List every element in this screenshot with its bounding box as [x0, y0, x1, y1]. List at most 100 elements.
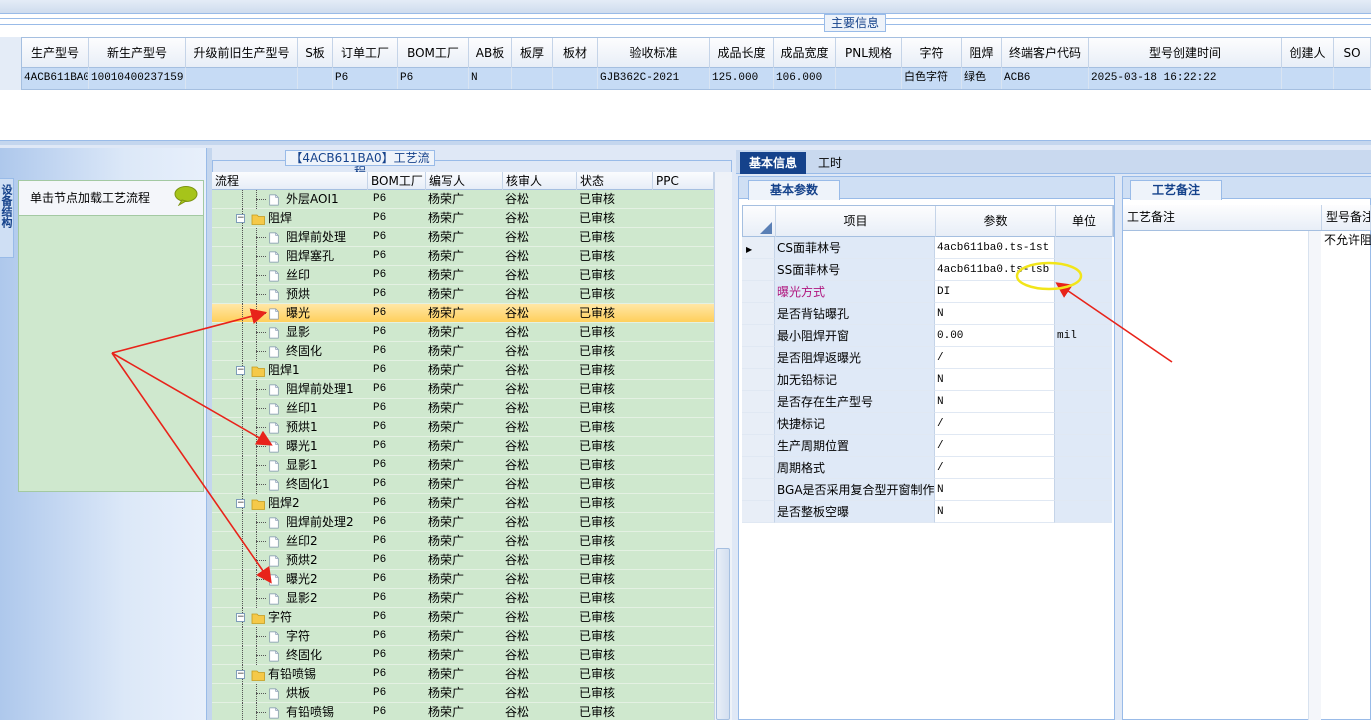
tree-row[interactable]: 阻焊前处理1 P6 杨荣广 谷松 已审核: [212, 380, 714, 399]
node-load-box[interactable]: [18, 180, 204, 492]
main-info-tab[interactable]: 主要信息: [824, 14, 886, 32]
grid-cell[interactable]: 4ACB611BA0: [22, 68, 89, 89]
column-header[interactable]: AB板: [469, 38, 512, 68]
param-value[interactable]: /: [935, 457, 1055, 479]
column-header[interactable]: 成品长度: [710, 38, 774, 68]
model-note-cell[interactable]: 不允许阻: [1322, 231, 1371, 249]
grid-cell[interactable]: [1334, 68, 1371, 89]
param-value[interactable]: /: [935, 413, 1055, 435]
param-value[interactable]: 4acb611ba0.ts-lsb: [935, 259, 1055, 281]
tree-row[interactable]: − 字符 P6 杨荣广 谷松 已审核: [212, 608, 714, 627]
params-row[interactable]: BGA是否采用复合型开窗制作 N: [742, 479, 1114, 501]
tree-row[interactable]: 曝光2 P6 杨荣广 谷松 已审核: [212, 570, 714, 589]
column-header[interactable]: 成品宽度: [774, 38, 836, 68]
params-row[interactable]: 是否阻焊返曝光 /: [742, 347, 1114, 369]
tree-row[interactable]: 外层AOI1 P6 杨荣广 谷松 已审核: [212, 190, 714, 209]
column-header[interactable]: 创建人: [1282, 38, 1334, 68]
tree-column-header[interactable]: 状态: [577, 172, 653, 190]
params-column-header[interactable]: 参数: [936, 206, 1056, 237]
tree-row[interactable]: 有铅喷锡 P6 杨荣广 谷松 已审核: [212, 703, 714, 720]
tree-row[interactable]: 曝光 P6 杨荣广 谷松 已审核: [212, 304, 714, 323]
grid-cell[interactable]: 白色字符: [902, 68, 962, 89]
tree-row[interactable]: − 阻焊1 P6 杨荣广 谷松 已审核: [212, 361, 714, 380]
column-header[interactable]: 板厚: [512, 38, 553, 68]
grid-cell[interactable]: 10010400237159: [89, 68, 186, 89]
top-grid-row[interactable]: 4ACB611BA0 10010400237159 P6 P6 N GJB362C-202…: [0, 68, 1371, 90]
column-header[interactable]: 验收标准: [598, 38, 710, 68]
param-value[interactable]: N: [935, 391, 1055, 413]
grid-cell[interactable]: 绿色: [962, 68, 1002, 89]
tree-row[interactable]: 阻焊前处理2 P6 杨荣广 谷松 已审核: [212, 513, 714, 532]
grid-cell[interactable]: [553, 68, 598, 89]
splitter-bar[interactable]: [0, 140, 1371, 145]
tree-row[interactable]: 终固化 P6 杨荣广 谷松 已审核: [212, 342, 714, 361]
params-row[interactable]: 加无铅标记 N: [742, 369, 1114, 391]
tree-row[interactable]: − 阻焊2 P6 杨荣广 谷松 已审核: [212, 494, 714, 513]
param-value[interactable]: N: [935, 303, 1055, 325]
tree-row[interactable]: 阻焊塞孔 P6 杨荣广 谷松 已审核: [212, 247, 714, 266]
grid-cell[interactable]: GJB362C-2021: [598, 68, 710, 89]
column-header[interactable]: 板材: [553, 38, 598, 68]
column-header[interactable]: 订单工厂: [333, 38, 398, 68]
tree-row[interactable]: 显影2 P6 杨荣广 谷松 已审核: [212, 589, 714, 608]
scrollbar-thumb[interactable]: [716, 548, 730, 720]
tree-column-header[interactable]: PPC: [653, 172, 714, 190]
collapse-toggle-icon[interactable]: −: [236, 613, 245, 622]
column-header[interactable]: 阻焊: [962, 38, 1002, 68]
tree-row[interactable]: 显影1 P6 杨荣广 谷松 已审核: [212, 456, 714, 475]
grid-cell[interactable]: [836, 68, 902, 89]
grid-cell[interactable]: N: [469, 68, 512, 89]
tree-row[interactable]: 预烘 P6 杨荣广 谷松 已审核: [212, 285, 714, 304]
tree-row[interactable]: 终固化 P6 杨荣广 谷松 已审核: [212, 646, 714, 665]
grid-cell[interactable]: [186, 68, 298, 89]
column-header[interactable]: BOM工厂: [398, 38, 469, 68]
grid-cell[interactable]: [298, 68, 333, 89]
param-value[interactable]: N: [935, 501, 1055, 523]
tree-row[interactable]: − 有铅喷锡 P6 杨荣广 谷松 已审核: [212, 665, 714, 684]
param-value[interactable]: 4acb611ba0.ts-1st: [935, 237, 1055, 259]
tab-work-hours[interactable]: 工时: [810, 152, 850, 174]
param-value[interactable]: /: [935, 347, 1055, 369]
notes-column-header[interactable]: 型号备注: [1322, 205, 1371, 230]
param-value[interactable]: N: [935, 479, 1055, 501]
tree-row[interactable]: 烘板 P6 杨荣广 谷松 已审核: [212, 684, 714, 703]
params-column-header[interactable]: 项目: [776, 206, 936, 237]
column-header[interactable]: 新生产型号: [89, 38, 186, 68]
tree-column-header[interactable]: 核审人: [503, 172, 577, 190]
param-value[interactable]: /: [935, 435, 1055, 457]
column-header[interactable]: SO: [1334, 38, 1371, 68]
tree-column-header[interactable]: BOM工厂: [368, 172, 426, 190]
params-row[interactable]: ▶ CS面菲林号 4acb611ba0.ts-1st: [742, 237, 1114, 259]
params-row[interactable]: 是否存在生产型号 N: [742, 391, 1114, 413]
params-row[interactable]: 最小阻焊开窗 0.00 mil: [742, 325, 1114, 347]
tree-row[interactable]: 丝印1 P6 杨荣广 谷松 已审核: [212, 399, 714, 418]
grid-cell[interactable]: P6: [398, 68, 469, 89]
param-value[interactable]: 0.00: [935, 325, 1055, 347]
tree-row[interactable]: 终固化1 P6 杨荣广 谷松 已审核: [212, 475, 714, 494]
tab-process-notes[interactable]: 工艺备注: [1130, 180, 1222, 200]
tree-row[interactable]: 丝印2 P6 杨荣广 谷松 已审核: [212, 532, 714, 551]
grid-cell[interactable]: 2025-03-18 16:22:22: [1089, 68, 1282, 89]
params-row[interactable]: 是否背钻曝孔 N: [742, 303, 1114, 325]
collapse-toggle-icon[interactable]: −: [236, 214, 245, 223]
collapse-toggle-icon[interactable]: −: [236, 670, 245, 679]
tree-row[interactable]: 预烘1 P6 杨荣广 谷松 已审核: [212, 418, 714, 437]
column-header[interactable]: 生产型号: [22, 38, 89, 68]
grid-cell[interactable]: ACB6: [1002, 68, 1089, 89]
collapse-toggle-icon[interactable]: −: [236, 366, 245, 375]
tree-row[interactable]: 曝光1 P6 杨荣广 谷松 已审核: [212, 437, 714, 456]
column-header[interactable]: PNL规格: [836, 38, 902, 68]
collapse-toggle-icon[interactable]: −: [236, 499, 245, 508]
param-value[interactable]: N: [935, 369, 1055, 391]
grid-cell[interactable]: [512, 68, 553, 89]
params-row[interactable]: 曝光方式 DI: [742, 281, 1114, 303]
grid-cell[interactable]: [1282, 68, 1334, 89]
panel-splitter[interactable]: [1114, 176, 1122, 720]
column-header[interactable]: 型号创建时间: [1089, 38, 1282, 68]
grid-cell[interactable]: 106.000: [774, 68, 836, 89]
notes-scrollbar[interactable]: [1308, 231, 1321, 720]
params-row[interactable]: 周期格式 /: [742, 457, 1114, 479]
notes-column-header[interactable]: 工艺备注: [1123, 205, 1322, 230]
tree-column-header[interactable]: 流程: [212, 172, 368, 190]
params-row[interactable]: 快捷标记 /: [742, 413, 1114, 435]
